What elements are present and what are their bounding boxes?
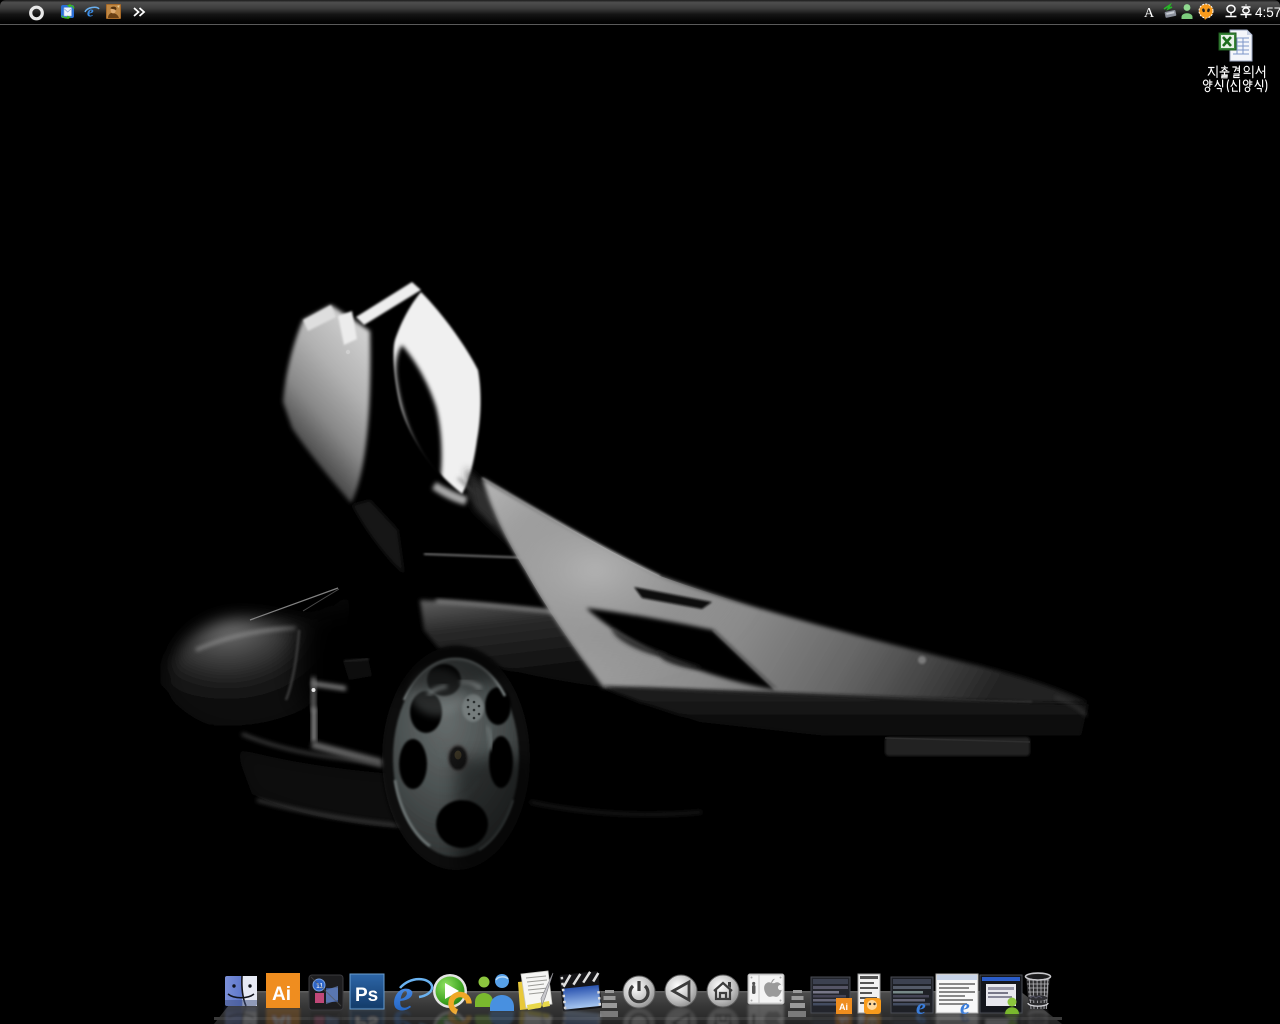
svg-text:A: A [1144,6,1155,21]
svg-text:Ai: Ai [839,1002,848,1012]
svg-text:11: 11 [316,983,323,990]
svg-text:Ai: Ai [272,984,291,1005]
svg-text:4:57: 4:57 [1255,5,1280,20]
svg-text:Ps: Ps [355,985,378,1006]
